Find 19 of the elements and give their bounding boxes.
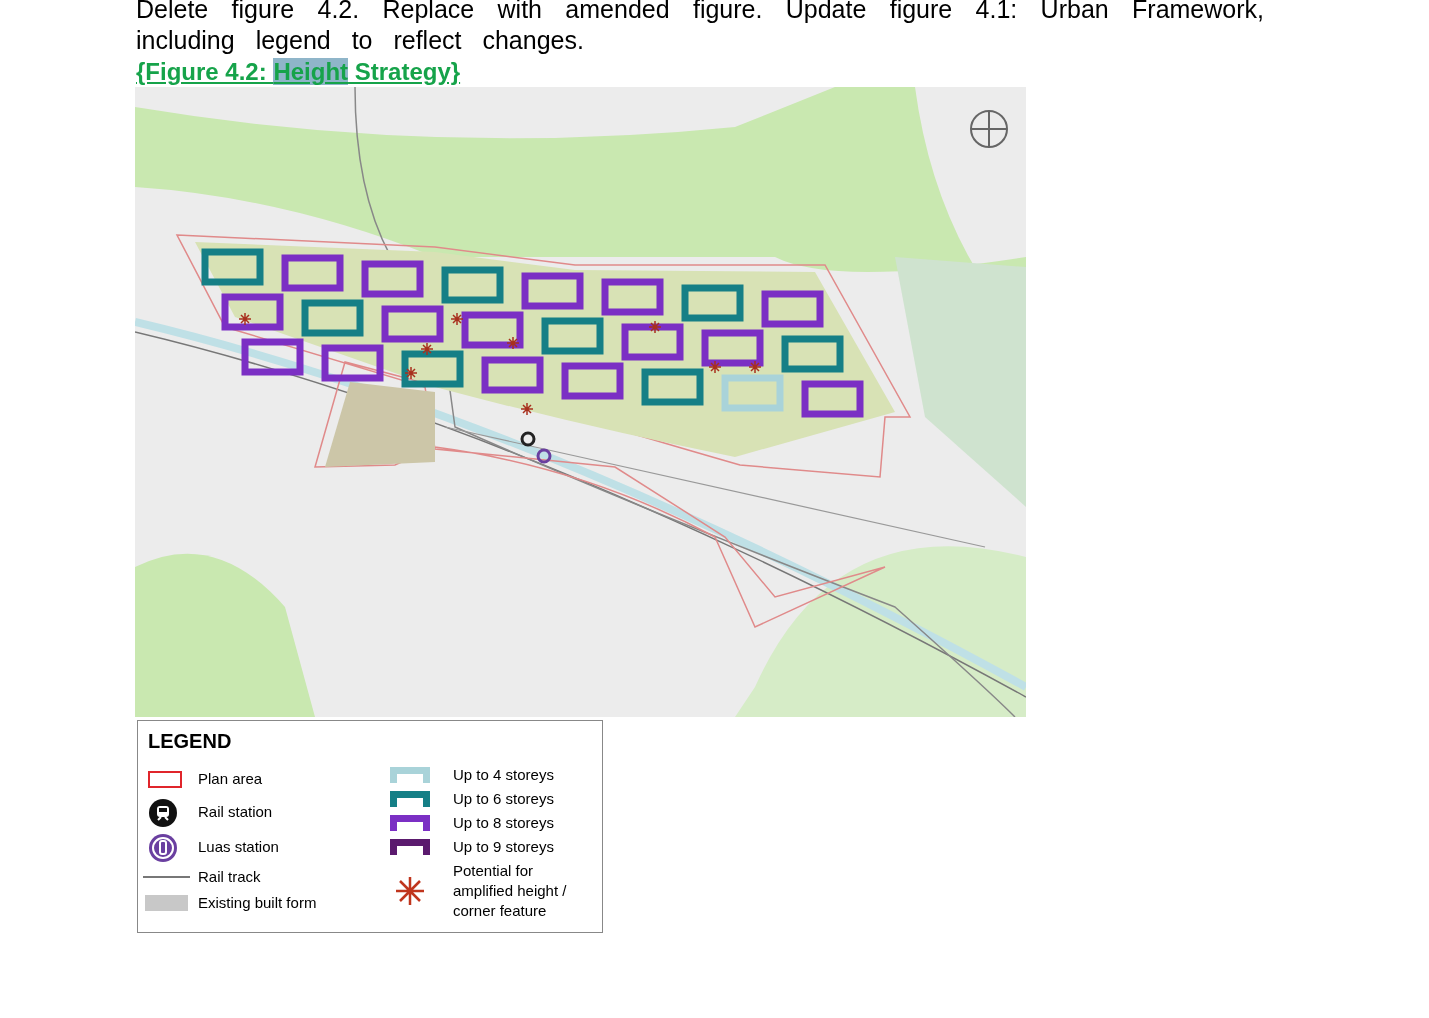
- legend-label: Potential for amplified height / corner feature: [453, 861, 568, 921]
- legend-label: Up to 6 storeys: [453, 789, 554, 809]
- legend-label: Plan area: [198, 768, 263, 789]
- legend-label: Up to 8 storeys: [453, 813, 554, 833]
- legend-label: Luas station: [198, 837, 279, 858]
- plan-area-swatch: [148, 770, 182, 788]
- legend-label: Rail station: [198, 802, 273, 823]
- built-form-swatch: [145, 895, 188, 911]
- tram-icon: [148, 832, 178, 863]
- legend-label: Rail track: [198, 866, 261, 887]
- figure-caption: {Figure 4.2: Height Strategy}: [136, 57, 462, 87]
- instruction-paragraph: Delete figure 4.2. Replace with amended figure. Update figure 4.1: Urban Framework, including legend to reflect changes.: [136, 0, 1264, 56]
- legend-label: Existing built form: [198, 892, 317, 913]
- legend-label: Up to 9 storeys: [453, 837, 554, 857]
- legend-title: LEGEND: [148, 729, 233, 753]
- rail-track-line: [143, 876, 190, 878]
- asterisk-icon: [394, 875, 426, 907]
- legend-label: Up to 4 storeys: [453, 765, 554, 785]
- train-icon: [148, 797, 178, 828]
